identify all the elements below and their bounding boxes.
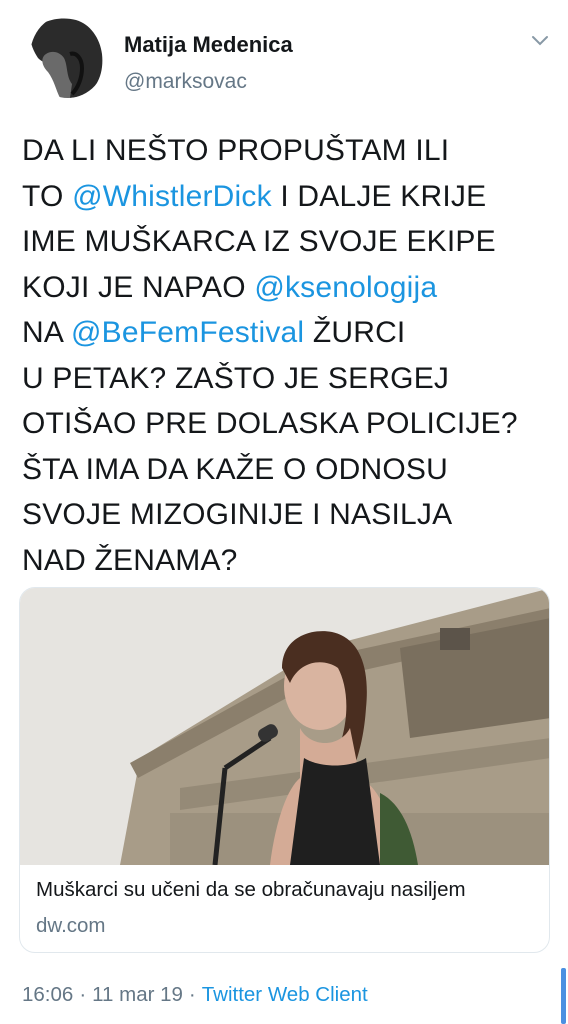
chevron-down-icon[interactable] [530,34,550,48]
link-preview-card[interactable]: Muškarci su učeni da se obračunavaju nas… [19,587,550,953]
tweet: Matija Medenica @marksovac DA LI NEŠTO P… [0,0,568,1024]
tweet-text-segment: ŠTA IMA DA KAŽE O ODNOSU [22,452,449,486]
tweet-text-segment: SVOJE MIZOGINIJE I NASILJA [22,498,453,531]
scrollbar[interactable] [561,968,566,1024]
tweet-text-segment: I DALJE KRIJE [271,179,487,213]
tweet-meta: 16:06 · 11 mar 19 · Twitter Web Client [22,983,368,1007]
tweet-text-segment: ŽURCI [304,316,406,349]
tweet-text-segment: NA [22,316,71,349]
tweet-text-segment: U PETAK? ZAŠTO JE SERGEJ [22,361,450,395]
tweet-text-segment: TO [22,179,73,213]
tweet-text-segment: DA LI NEŠTO PROPUŠTAM ILI [22,134,450,167]
tweet-text-segment: KOJI JE NAPAO [22,270,255,304]
card-title: Muškarci su učeni da se obračunavaju nas… [36,878,466,901]
tweet-line: NA @BeFemFestival ŽURCI [22,310,552,356]
tweet-line: KOJI JE NAPAO @ksenologija [22,265,552,311]
tweet-text-segment: NAD ŽENAMA? [22,543,238,577]
tweet-line: SVOJE MIZOGINIJE I NASILJA [22,492,552,538]
author-handle[interactable]: @marksovac [124,70,247,94]
tweet-time[interactable]: 16:06 [22,983,73,1006]
meta-separator: · [79,983,87,1006]
tweet-text-segment: IME MUŠKARCA IZ SVOJE EKIPE [22,225,496,258]
tweet-line: IME MUŠKARCA IZ SVOJE EKIPE [22,219,552,265]
tweet-line: U PETAK? ZAŠTO JE SERGEJ [22,356,552,402]
avatar-photo [30,14,106,98]
tweet-source-link[interactable]: Twitter Web Client [202,983,368,1006]
mention-link-whistlerdick[interactable]: @WhistlerDick [72,180,272,213]
mention-link-ksenologija[interactable]: @ksenologija [254,271,437,304]
author-name[interactable]: Matija Medenica [124,32,293,58]
tweet-line: OTIŠAO PRE DOLASKA POLICIJE? [22,401,552,447]
tweet-date[interactable]: 11 mar 19 [92,983,183,1006]
tweet-text: DA LI NEŠTO PROPUŠTAM ILI TO @WhistlerDi… [22,128,552,583]
mention-link-befemfestival[interactable]: @BeFemFestival [71,316,304,349]
tweet-line: DA LI NEŠTO PROPUŠTAM ILI [22,128,552,174]
card-domain: dw.com [36,914,106,937]
tweet-line: NAD ŽENAMA? [22,538,552,584]
tweet-line: ŠTA IMA DA KAŽE O ODNOSU [22,447,552,493]
card-image [20,588,549,865]
meta-separator: · [188,983,196,1006]
tweet-text-segment: OTIŠAO PRE DOLASKA POLICIJE? [22,407,518,440]
avatar[interactable] [30,14,106,98]
tweet-line: TO @WhistlerDick I DALJE KRIJE [22,174,552,220]
